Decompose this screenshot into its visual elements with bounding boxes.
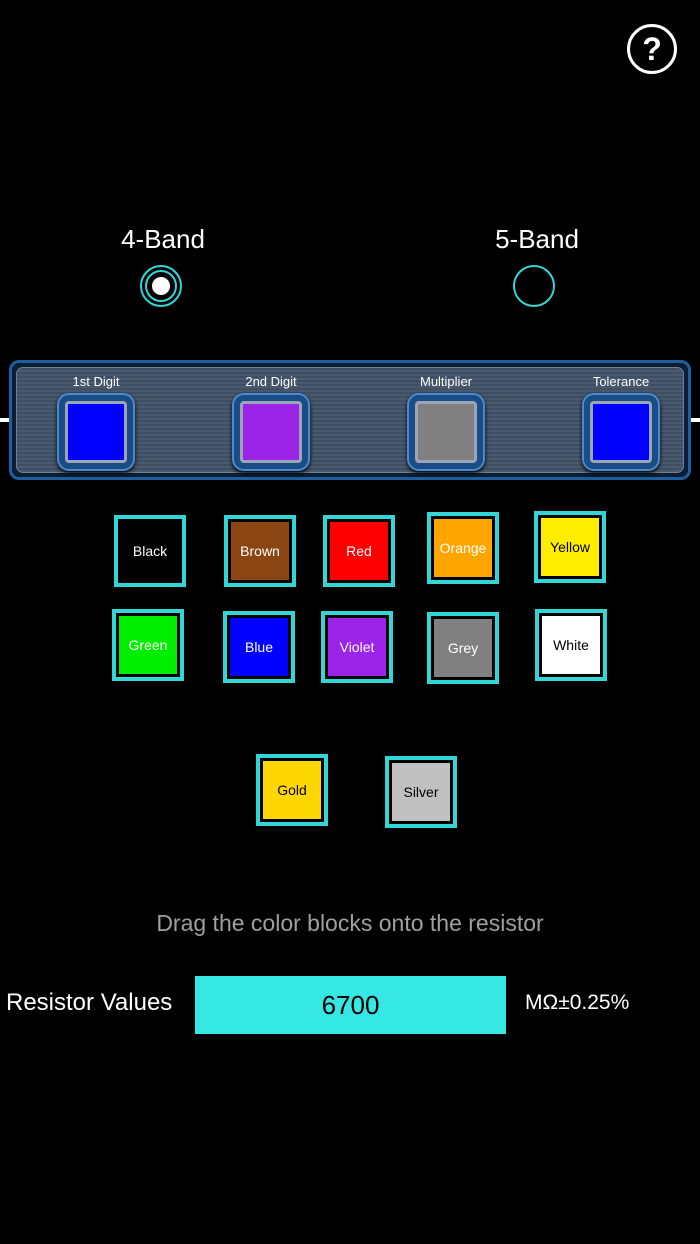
band-slot-label: 2nd Digit	[245, 374, 297, 389]
band-swatch	[590, 401, 652, 463]
band-slot-1st-digit: 1st Digit	[51, 373, 141, 471]
band-swatch	[415, 401, 477, 463]
band-drop-target[interactable]	[407, 393, 485, 471]
color-block-label: Gold	[263, 761, 321, 819]
resistor-body: 1st Digit 2nd Digit Multiplier Tolerance	[9, 360, 691, 480]
help-icon: ?	[642, 30, 662, 67]
band-slot-label: Tolerance	[592, 374, 650, 389]
radio-5-band[interactable]	[513, 265, 555, 307]
band-option-label: 5-Band	[495, 224, 579, 254]
band-slot-tolerance: Tolerance	[576, 373, 666, 471]
color-block-label: Green	[119, 616, 177, 674]
color-block-gold[interactable]: Gold	[256, 754, 328, 826]
band-slot-label: 1st Digit	[72, 374, 120, 389]
band-swatch	[65, 401, 127, 463]
band-option-5[interactable]: 5-Band	[457, 224, 617, 255]
resistor-panel: 1st Digit 2nd Digit Multiplier Tolerance	[16, 367, 684, 473]
color-block-grey[interactable]: Grey	[427, 612, 499, 684]
color-block-label: Black	[121, 522, 179, 580]
radio-selected-dot	[152, 277, 170, 295]
color-block-yellow[interactable]: Yellow	[534, 511, 606, 583]
band-option-label: 4-Band	[121, 224, 205, 254]
radio-4-band[interactable]	[140, 265, 182, 307]
color-block-orange[interactable]: Orange	[427, 512, 499, 584]
color-block-red[interactable]: Red	[323, 515, 395, 587]
color-block-label: Blue	[230, 618, 288, 676]
band-drop-target[interactable]	[57, 393, 135, 471]
color-block-white[interactable]: White	[535, 609, 607, 681]
color-block-label: Orange	[434, 519, 492, 577]
color-block-label: Grey	[434, 619, 492, 677]
help-button[interactable]: ?	[627, 24, 677, 74]
color-block-label: Red	[330, 522, 388, 580]
app-screen: ? 4-Band 5-Band 1st Digit 2nd Digit Mult…	[0, 0, 700, 1244]
drag-instruction: Drag the color blocks onto the resistor	[156, 910, 544, 936]
band-slot-2nd-digit: 2nd Digit	[226, 373, 316, 471]
color-block-label: White	[542, 616, 600, 674]
band-slot-label: Multiplier	[419, 374, 472, 389]
color-block-green[interactable]: Green	[112, 609, 184, 681]
color-block-brown[interactable]: Brown	[224, 515, 296, 587]
color-block-label: Violet	[328, 618, 386, 676]
color-block-blue[interactable]: Blue	[223, 611, 295, 683]
resistor-value-display: 6700	[195, 976, 506, 1034]
band-slot-multiplier: Multiplier	[401, 373, 491, 471]
color-block-black[interactable]: Black	[114, 515, 186, 587]
resistor-value-unit: MΩ±0.25%	[525, 991, 630, 1014]
band-drop-target[interactable]	[232, 393, 310, 471]
resistor-values-label: Resistor Values	[6, 989, 173, 1016]
band-option-4[interactable]: 4-Band	[83, 224, 243, 255]
color-block-silver[interactable]: Silver	[385, 756, 457, 828]
color-block-violet[interactable]: Violet	[321, 611, 393, 683]
band-swatch	[240, 401, 302, 463]
color-block-label: Yellow	[541, 518, 599, 576]
band-drop-target[interactable]	[582, 393, 660, 471]
color-block-label: Brown	[231, 522, 289, 580]
color-block-label: Silver	[392, 763, 450, 821]
